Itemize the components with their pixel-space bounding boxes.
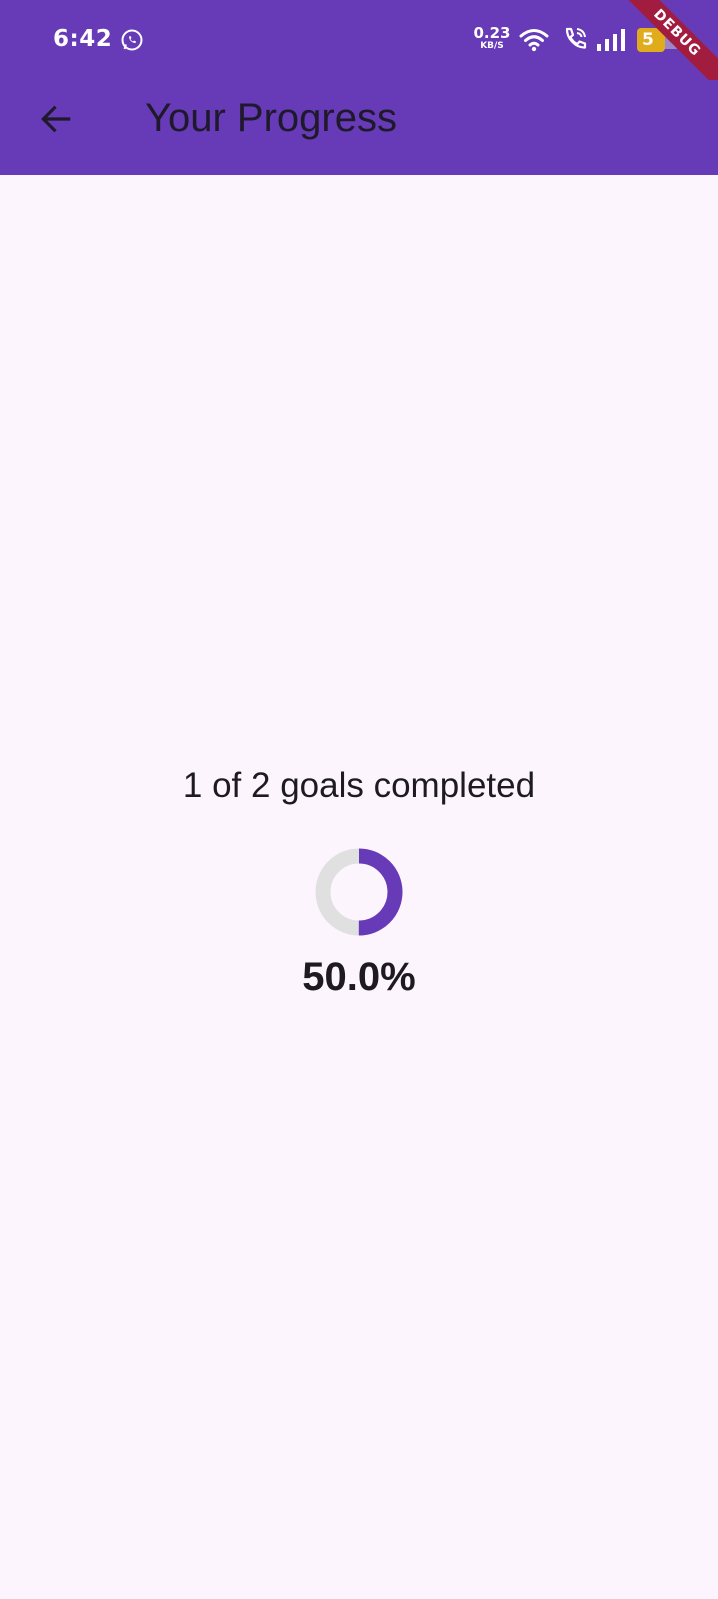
- progress-ring: [315, 848, 403, 936]
- whatsapp-icon: [121, 29, 143, 51]
- status-bar: 6:42 0.23 KB/S 5 DEBUG: [0, 0, 718, 94]
- progress-percent: 50.0%: [302, 955, 416, 999]
- network-speed: 0.23 KB/S: [472, 26, 512, 51]
- wifi-icon: [519, 29, 549, 52]
- progress-content: 1 of 2 goals completed 50.0%: [0, 175, 718, 1599]
- page-title: Your Progress: [145, 96, 397, 140]
- status-time: 6:42: [53, 26, 113, 52]
- call-icon: [565, 27, 587, 49]
- back-button[interactable]: [30, 91, 82, 147]
- network-speed-unit: KB/S: [480, 41, 504, 51]
- signal-icon: [597, 29, 625, 51]
- network-speed-value: 0.23: [473, 24, 511, 42]
- arrow-back-icon: [41, 105, 71, 133]
- goals-summary: 1 of 2 goals completed: [182, 766, 536, 805]
